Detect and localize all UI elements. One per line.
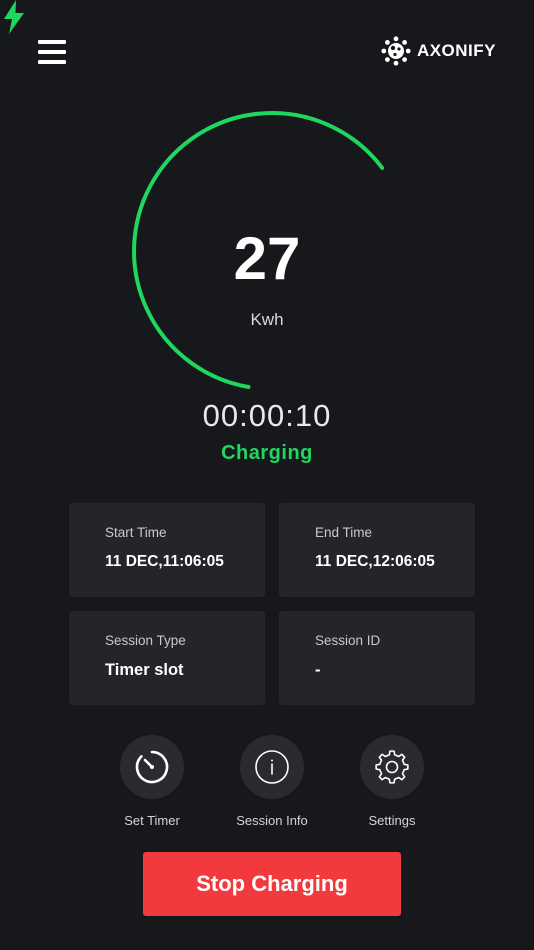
set-timer-label: Set Timer xyxy=(124,813,180,828)
start-time-label: Start Time xyxy=(105,525,167,540)
charging-screen: AXONIFY 27 Kwh 00:00:10 Charging Start T… xyxy=(0,0,534,950)
charging-status: Charging xyxy=(221,442,313,464)
start-time-value: 11 DEC,11:06:05 xyxy=(105,553,224,570)
gear-icon xyxy=(375,750,409,784)
elapsed-timer: 00:00:10 xyxy=(202,398,332,433)
session-type-card: Session Type Timer slot xyxy=(69,611,265,705)
session-info-button[interactable] xyxy=(240,735,304,799)
settings-action: Settings xyxy=(337,735,447,828)
end-time-label: End Time xyxy=(315,525,373,540)
session-info-label: Session Info xyxy=(236,813,308,828)
energy-value: 27 xyxy=(233,225,301,292)
info-icon xyxy=(255,750,289,784)
end-time-value: 11 DEC,12:06:05 xyxy=(315,553,435,570)
session-info-action: Session Info xyxy=(217,735,327,828)
set-timer-button[interactable] xyxy=(120,735,184,799)
set-timer-action: Set Timer xyxy=(97,735,207,828)
energy-gauge: 27 Kwh xyxy=(0,0,534,420)
stop-charging-button[interactable]: Stop Charging xyxy=(143,852,401,916)
session-type-label: Session Type xyxy=(105,633,186,648)
session-type-value: Timer slot xyxy=(105,661,184,679)
energy-unit: Kwh xyxy=(250,310,284,329)
session-id-card: Session ID - xyxy=(279,611,475,705)
lightning-bolt-icon xyxy=(4,0,24,34)
settings-label: Settings xyxy=(368,813,416,828)
settings-button[interactable] xyxy=(360,735,424,799)
start-time-card: Start Time 11 DEC,11:06:05 xyxy=(69,503,265,597)
session-id-value: - xyxy=(315,661,321,679)
session-id-label: Session ID xyxy=(315,633,381,648)
stopwatch-icon xyxy=(135,750,169,784)
end-time-card: End Time 11 DEC,12:06:05 xyxy=(279,503,475,597)
